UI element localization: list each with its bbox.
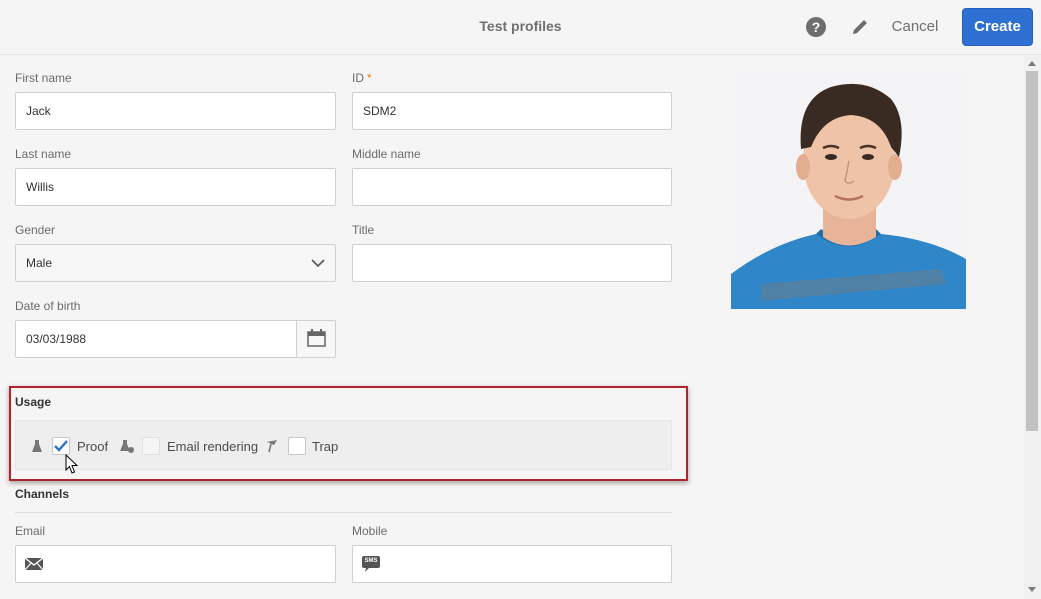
last-name-label: Last name	[15, 147, 72, 161]
required-mark: *	[367, 71, 372, 85]
trap-checkbox[interactable]	[288, 437, 306, 455]
channels-title: Channels	[15, 487, 70, 501]
chevron-down-icon	[311, 259, 325, 268]
id-input[interactable]: SDM2	[352, 92, 672, 130]
sms-icon-text: SMS	[364, 558, 378, 564]
gender-select[interactable]: Male	[15, 244, 336, 282]
date-of-birth-label: Date of birth	[15, 299, 81, 313]
flask-check-icon	[120, 440, 134, 453]
email-rendering-label[interactable]: Email rendering	[167, 439, 258, 454]
checkmark-icon	[54, 440, 68, 452]
flask-icon	[32, 440, 42, 452]
title-label: Title	[352, 223, 375, 237]
email-label: Email	[15, 524, 46, 538]
email-input[interactable]	[15, 545, 336, 583]
first-name-label: First name	[15, 71, 72, 85]
help-icon[interactable]: ?	[806, 17, 826, 37]
channels-divider	[15, 512, 672, 513]
header-bar: Test profiles ? Cancel Create	[0, 0, 1041, 55]
calendar-icon	[307, 329, 326, 347]
mobile-label: Mobile	[352, 524, 388, 538]
sms-icon: SMS	[361, 555, 381, 573]
middle-name-label: Middle name	[352, 147, 421, 161]
gender-label: Gender	[15, 223, 56, 237]
vertical-scrollbar[interactable]	[1024, 56, 1041, 599]
middle-name-input[interactable]	[352, 168, 672, 206]
id-label-text: ID	[352, 71, 364, 85]
profile-photo	[731, 69, 966, 309]
create-button[interactable]: Create	[962, 8, 1033, 46]
scroll-down-arrow[interactable]	[1028, 587, 1036, 592]
pencil-icon[interactable]	[848, 15, 872, 39]
email-rendering-checkbox[interactable]	[142, 437, 160, 455]
envelope-icon	[24, 557, 44, 571]
first-name-input[interactable]: Jack	[15, 92, 336, 130]
id-label: ID *	[352, 71, 372, 85]
usage-title: Usage	[15, 395, 52, 409]
mouse-cursor-icon	[65, 454, 79, 474]
date-of-birth-input[interactable]: 03/03/1988	[15, 320, 297, 358]
mobile-input[interactable]	[352, 545, 672, 583]
title-input[interactable]	[352, 244, 672, 282]
proof-label[interactable]: Proof	[77, 439, 108, 454]
scroll-up-arrow[interactable]	[1028, 61, 1036, 66]
usage-options-row	[15, 420, 672, 470]
calendar-button[interactable]	[296, 320, 336, 358]
trap-label[interactable]: Trap	[312, 439, 338, 454]
cancel-button[interactable]: Cancel	[884, 13, 946, 41]
proof-checkbox[interactable]	[52, 437, 70, 455]
gender-selected-value: Male	[26, 256, 53, 270]
last-name-input[interactable]: Willis	[15, 168, 336, 206]
trap-icon	[267, 440, 277, 453]
scroll-thumb[interactable]	[1026, 71, 1038, 431]
